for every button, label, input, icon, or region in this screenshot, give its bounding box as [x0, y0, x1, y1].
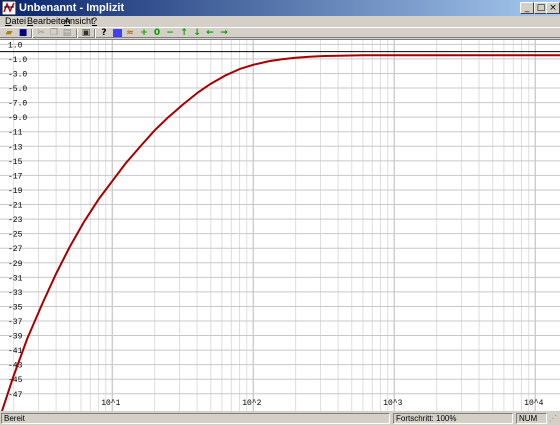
y-tick-label: -39 — [8, 333, 23, 342]
status-bar: Bereit Fortschritt: 100% NUM ⋰ — [0, 411, 560, 425]
y-tick-label: -13 — [8, 143, 23, 152]
menu-label: ? — [92, 16, 98, 26]
open-button[interactable]: ▰ — [4, 29, 14, 38]
toolbar-separator — [94, 29, 96, 38]
y-tick-label: -9.0 — [8, 114, 27, 123]
menu-bar: Datei Bearbeiten Ansicht ? — [0, 16, 560, 27]
y-tick-label: -19 — [8, 187, 23, 196]
pan-right-button[interactable]: → — [219, 29, 229, 38]
plus-icon: + — [140, 28, 148, 38]
toolbar-separator — [31, 29, 33, 38]
color-button[interactable] — [112, 29, 122, 38]
save-button[interactable]: ■ — [18, 29, 28, 38]
y-tick-label: -47 — [8, 391, 23, 400]
y-tick-label: 1.0 — [8, 41, 23, 50]
num-lock-indicator: NUM — [516, 413, 547, 424]
y-tick-label: -37 — [8, 318, 23, 327]
paste-icon: ▤ — [62, 28, 72, 38]
status-text: Bereit — [1, 413, 390, 424]
close-button[interactable]: × — [546, 2, 560, 14]
graph-icon: ≈ — [126, 28, 134, 38]
menu-ansicht[interactable]: Ansicht — [64, 16, 94, 27]
blue-square-icon — [112, 29, 122, 37]
x-tick-label: 10^3 — [383, 399, 402, 408]
print-button[interactable]: ▣ — [81, 29, 91, 38]
reset-zoom-button[interactable]: 0 — [152, 29, 162, 38]
copy-icon: ❐ — [49, 28, 59, 38]
y-tick-label: -15 — [8, 158, 23, 167]
minimize-icon: _ — [524, 3, 530, 13]
minus-icon: − — [166, 28, 174, 38]
x-tick-label: 10^1 — [101, 399, 120, 408]
save-icon: ■ — [18, 28, 28, 38]
menu-datei[interactable]: Datei — [5, 16, 26, 27]
zoom-out-button[interactable]: − — [165, 29, 175, 38]
menu-label: nsicht — [70, 16, 94, 26]
y-tick-label: -17 — [8, 172, 23, 181]
copy-button[interactable]: ❐ — [49, 29, 59, 38]
progress-text: Fortschritt: 100% — [393, 413, 513, 424]
toolbar-separator — [76, 29, 78, 38]
y-tick-label: -21 — [8, 202, 23, 211]
open-folder-icon: ▰ — [5, 28, 13, 38]
toolbar: ▰ ■ ✂ ❐ ▤ ▣ ? ≈ + 0 − ↑ ↓ ← → — [0, 27, 560, 38]
cut-button[interactable]: ✂ — [36, 29, 46, 38]
arrow-left-icon: ← — [206, 28, 214, 38]
close-icon: × — [549, 3, 557, 13]
y-tick-label: -29 — [8, 260, 23, 269]
menu-help[interactable]: ? — [92, 16, 97, 27]
y-tick-label: -23 — [8, 216, 23, 225]
menu-label: atei — [11, 16, 27, 26]
plot-area[interactable]: 1.0 -1.0 -3.0 -5.0 -7.0 -9.0 -11 -13 -15 -17 -19 -2… — [0, 39, 560, 412]
graph-button[interactable]: ≈ — [125, 29, 135, 38]
resize-grip-icon[interactable]: ⋰ — [549, 414, 559, 424]
window-title: Unbenannt - Implizit — [19, 2, 125, 14]
print-icon: ▣ — [81, 28, 91, 38]
pan-up-button[interactable]: ↑ — [179, 29, 189, 38]
zoom-in-button[interactable]: + — [139, 29, 149, 38]
chart: 1.0 -1.0 -3.0 -5.0 -7.0 -9.0 -11 -13 -15 -17 -19 -2… — [0, 40, 560, 412]
zero-icon: 0 — [153, 28, 161, 38]
pan-down-button[interactable]: ↓ — [192, 29, 202, 38]
paste-button[interactable]: ▤ — [62, 29, 72, 38]
y-tick-label: -5.0 — [8, 85, 27, 94]
x-tick-label: 10^4 — [524, 399, 543, 408]
y-tick-label: -1.0 — [8, 56, 27, 65]
y-tick-label: -35 — [8, 303, 23, 312]
y-tick-label: -33 — [8, 289, 23, 298]
app-icon — [2, 1, 16, 15]
y-tick-label: -3.0 — [8, 70, 27, 79]
help-icon: ? — [101, 28, 107, 38]
pan-left-button[interactable]: ← — [205, 29, 215, 38]
cut-icon: ✂ — [37, 28, 45, 38]
arrow-down-icon: ↓ — [193, 28, 201, 38]
y-tick-label: -31 — [8, 274, 23, 283]
title-bar: Unbenannt - Implizit _ □ × — [0, 0, 560, 16]
y-tick-label: -25 — [8, 231, 23, 240]
y-tick-label: -27 — [8, 245, 23, 254]
help-button[interactable]: ? — [99, 29, 109, 38]
minimize-button[interactable]: _ — [520, 2, 534, 14]
arrow-up-icon: ↑ — [180, 28, 188, 38]
y-tick-label: -11 — [8, 129, 23, 138]
maximize-icon: □ — [536, 3, 546, 13]
arrow-right-icon: → — [220, 28, 228, 38]
x-tick-label: 10^2 — [242, 399, 261, 408]
y-tick-label: -7.0 — [8, 100, 27, 109]
